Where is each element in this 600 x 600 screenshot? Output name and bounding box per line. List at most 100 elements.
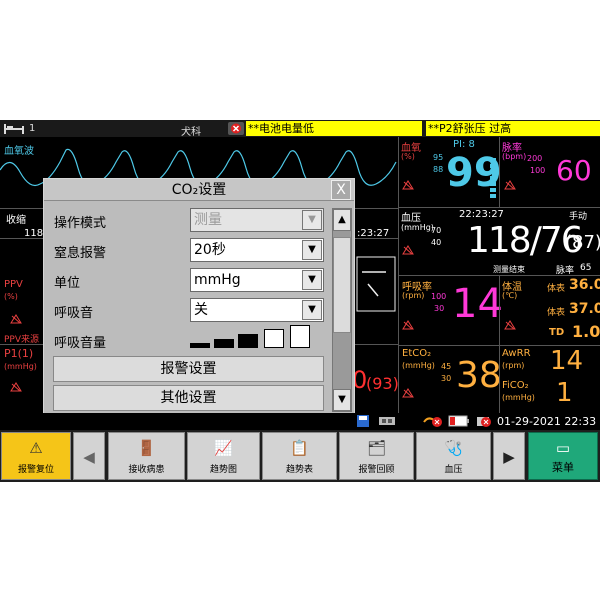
top-status-bar: 1 犬科 **电池电量低 **P2舒张压 过高 (0, 120, 600, 138)
breath-sound-label: 呼吸音 (54, 306, 94, 321)
temp-t1-label: 体表 (547, 284, 566, 294)
monitor-screen: 1 犬科 **电池电量低 **P2舒张压 过高 血氧波 收缩 118 :23:2… (0, 120, 600, 482)
temp-td-label: TD (549, 327, 565, 338)
ppv-label: PPV (4, 279, 23, 290)
scroll-right-button[interactable]: ▶ (493, 432, 525, 480)
bottom-menu-bar: ⚠ 报警复位 ◀ 🚪 接收病患 📈 趋势图 📋 趋势表 🗂 报警回顾 🩺 血压 … (0, 430, 600, 482)
apnea-alarm-value: 20秒 (194, 242, 226, 258)
trend-table-button[interactable]: 📋 趋势表 (262, 432, 337, 480)
resp-value: 14 (452, 281, 503, 327)
alarm-settings-button[interactable]: 报警设置 (53, 356, 324, 382)
trend-graph-label: 趋势图 (209, 465, 237, 475)
pulse-upper-limit: 200 (527, 154, 543, 163)
dialog-title: CO₂设置 (44, 179, 354, 201)
alarm-off-icon (504, 180, 516, 190)
alarm-off-icon (402, 320, 414, 330)
awrr-label: AwRR (502, 348, 531, 359)
unit-label: 单位 (54, 276, 81, 291)
alarm-message-p2[interactable]: **P2舒张压 过高 (426, 121, 600, 136)
scroll-up-button[interactable]: ▲ (333, 209, 351, 231)
operation-mode-value: 测量 (194, 212, 222, 228)
alarm-reset-button[interactable]: ⚠ 报警复位 (1, 432, 71, 480)
nibp-label: 血压 (401, 213, 421, 224)
separator (399, 207, 600, 208)
scroll-thumb[interactable] (333, 237, 351, 333)
admit-patient-label: 接收病患 (128, 465, 165, 475)
nibp-upper-limit: 70 (431, 226, 442, 235)
dialog-close-button[interactable]: X (331, 180, 351, 200)
awrr-value: 14 (550, 346, 584, 376)
breath-volume-label: 呼吸音量 (54, 336, 107, 351)
unit-value: mmHg (194, 272, 241, 288)
alarm-off-icon (10, 314, 22, 324)
volume-step-3[interactable] (238, 334, 258, 348)
nibp-time: 22:23:27 (459, 209, 504, 220)
systolic-label: 收缩 (6, 215, 26, 226)
perfusion-bar (490, 158, 496, 203)
alarm-reset-icon: ⚠ (29, 439, 43, 457)
resp-upper-limit: 100 (431, 292, 447, 301)
p1-unit: (mmHg) (4, 362, 37, 371)
volume-step-2[interactable] (214, 339, 234, 348)
resp-unit: (rpm) (402, 291, 425, 300)
etco2-label: EtCO₂ (402, 348, 432, 359)
network-icon (379, 417, 395, 425)
alarm-message-battery[interactable]: **电池电量低 (246, 121, 422, 136)
separator (499, 137, 500, 207)
temp-unit: (℃) (502, 291, 518, 300)
bed-number: 1 (29, 123, 36, 134)
unit-select[interactable]: mmHg ▼ (190, 268, 324, 292)
scroll-left-button[interactable]: ◀ (73, 432, 105, 480)
fico2-unit: (mmHg) (502, 393, 535, 402)
apnea-alarm-select[interactable]: 20秒 ▼ (190, 238, 324, 262)
pulse-lower-limit: 100 (530, 166, 546, 175)
other-settings-button[interactable]: 其他设置 (53, 385, 324, 411)
nibp-label-button: 血压 (444, 465, 463, 475)
alarm-review-label: 报警回顾 (358, 465, 395, 475)
fico2-label: FiCO₂ (502, 380, 529, 391)
breath-sound-value: 关 (194, 302, 208, 318)
breath-sound-select[interactable]: 关 ▼ (190, 298, 324, 322)
scroll-down-button[interactable]: ▼ (333, 389, 351, 411)
nibp-button[interactable]: 🩺 血压 (416, 432, 491, 480)
p1-mean: (93) (366, 374, 399, 393)
etco2-unit: (mmHg) (402, 361, 435, 370)
awrr-unit: (rpm) (502, 361, 525, 370)
pulse-value: 60 (556, 154, 592, 187)
trend-graph-button[interactable]: 📈 趋势图 (187, 432, 260, 480)
alarm-off-icon (402, 180, 414, 190)
chevron-left-icon: ◀ (83, 448, 95, 466)
battery-icon (448, 415, 469, 427)
spo2-lower-limit: 88 (433, 165, 444, 174)
menu-label: 菜单 (552, 461, 574, 474)
menu-button[interactable]: ▭ 菜单 (528, 432, 598, 480)
nibp-cuff-icon: 🩺 (444, 439, 463, 457)
alarm-review-button[interactable]: 🗂 报警回顾 (339, 432, 414, 480)
trend-table-label: 趋势表 (285, 465, 313, 475)
nibp-unit: (mmHg) (401, 223, 434, 232)
chevron-right-icon: ▶ (503, 448, 515, 466)
dialog-scrollbar[interactable]: ▲ ▼ (332, 208, 352, 412)
date-time: 01-29-2021 22:33 (497, 415, 597, 428)
alarm-off-icon (402, 245, 414, 255)
dropdown-arrow-icon: ▼ (302, 300, 322, 320)
nibp-lower-limit: 40 (431, 238, 442, 247)
breath-volume-control[interactable] (190, 325, 320, 351)
alarm-reset-label: 报警复位 (17, 465, 54, 475)
admit-patient-button[interactable]: 🚪 接收病患 (108, 432, 185, 480)
alarm-off-icon (402, 388, 414, 398)
temp-t1-value: 36.0 (569, 277, 600, 293)
operation-mode-select[interactable]: 测量 ▼ (190, 208, 324, 232)
volume-step-4[interactable] (264, 329, 284, 348)
temp-td-value: 1.0 (572, 322, 600, 341)
alarm-review-icon: 🗂 (366, 439, 387, 457)
ppv-unit: (%) (4, 292, 18, 301)
nurse-call-off-icon (423, 417, 442, 427)
volume-step-5[interactable] (290, 325, 310, 348)
trend-table-icon: 📋 (290, 439, 309, 457)
spo2-unit: (%) (401, 152, 415, 161)
monitor-icon: ▭ (555, 439, 571, 457)
etco2-upper-limit: 45 (441, 362, 452, 371)
spo2-upper-limit: 95 (433, 153, 444, 162)
volume-step-1[interactable] (190, 343, 210, 348)
